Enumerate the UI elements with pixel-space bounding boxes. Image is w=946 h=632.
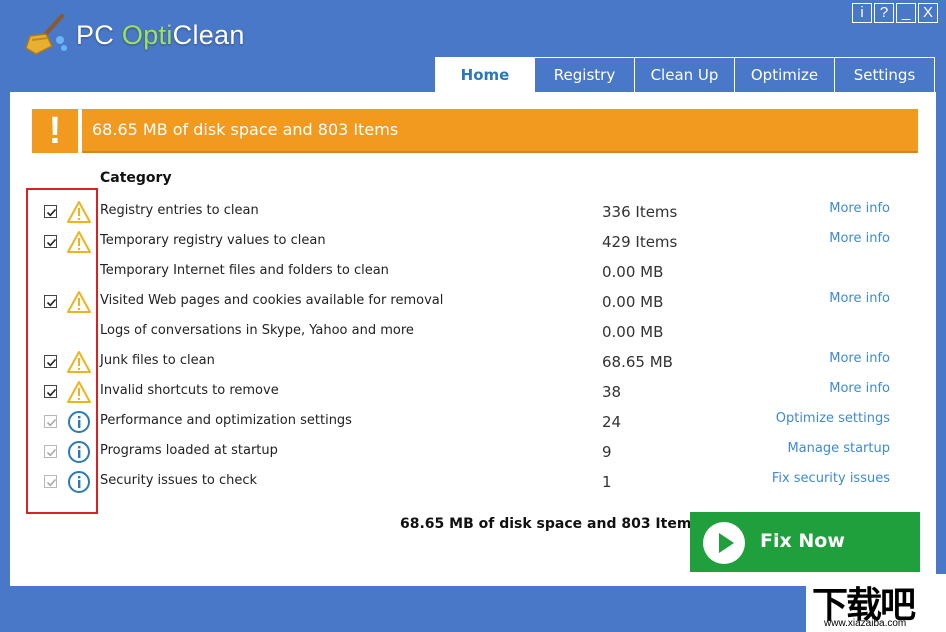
highlight-annotation	[26, 188, 98, 514]
row-link[interactable]: More info	[829, 201, 890, 216]
row-link[interactable]: More info	[829, 381, 890, 396]
alert-icon: !	[32, 109, 78, 153]
fix-now-label: Fix Now	[760, 530, 845, 552]
row-label: Programs loaded at startup	[100, 443, 278, 458]
summary-text: 68.65 MB of disk space and 803 Items	[400, 516, 700, 532]
category-row: Temporary Internet files and folders to …	[10, 257, 936, 287]
tab-settings[interactable]: Settings	[835, 57, 935, 92]
row-value: 0.00 MB	[602, 323, 664, 341]
category-row: Visited Web pages and cookies available …	[10, 287, 936, 317]
row-label: Registry entries to clean	[100, 203, 259, 218]
close-button[interactable]: X	[918, 3, 938, 23]
window-controls: i ? _ X	[852, 3, 938, 23]
app-title-part2: Opti	[121, 20, 173, 50]
row-link[interactable]: More info	[829, 291, 890, 306]
fix-now-button[interactable]: Fix Now	[690, 512, 920, 572]
row-label: Logs of conversations in Skype, Yahoo an…	[100, 323, 414, 338]
category-row: Performance and optimization settings 24 O…	[10, 407, 936, 437]
category-header: Category	[100, 170, 172, 186]
tab-clean-up[interactable]: Clean Up	[635, 57, 735, 92]
minimize-button[interactable]: _	[896, 3, 916, 23]
category-row: Programs loaded at startup 9 Manage startu…	[10, 437, 936, 467]
row-label: Visited Web pages and cookies available …	[100, 293, 444, 308]
row-label: Junk files to clean	[100, 353, 215, 368]
category-row: Registry entries to clean 336 Items More i…	[10, 197, 936, 227]
row-value: 24	[602, 413, 622, 431]
app-title: PC OptiClean	[76, 20, 245, 51]
play-icon	[703, 522, 745, 564]
row-label: Temporary Internet files and folders to …	[100, 263, 389, 278]
category-row: Logs of conversations in Skype, Yahoo an…	[10, 317, 936, 347]
row-value: 38	[602, 383, 622, 401]
tab-optimize[interactable]: Optimize	[735, 57, 835, 92]
app-title-part1: PC	[76, 20, 122, 50]
row-value: 9	[602, 443, 612, 461]
row-label: Invalid shortcuts to remove	[100, 383, 279, 398]
info-button[interactable]: i	[852, 3, 872, 23]
row-value: 68.65 MB	[602, 353, 673, 371]
row-value: 0.00 MB	[602, 293, 664, 311]
help-button[interactable]: ?	[874, 3, 894, 23]
row-link[interactable]: More info	[829, 231, 890, 246]
category-row: Junk files to clean 68.65 MB More info	[10, 347, 936, 377]
app-title-part3: Clean	[172, 20, 245, 50]
row-link[interactable]: Optimize settings	[776, 411, 890, 426]
row-link[interactable]: Fix security issues	[772, 471, 890, 486]
row-link[interactable]: More info	[829, 351, 890, 366]
row-label: Security issues to check	[100, 473, 258, 488]
home-panel: ! 68.65 MB of disk space and 803 Items C…	[10, 92, 936, 586]
watermark: 下载吧 www.xiazaiba.com	[806, 574, 946, 632]
category-row: Invalid shortcuts to remove 38 More info	[10, 377, 936, 407]
tab-home[interactable]: Home	[435, 57, 535, 92]
category-row: Security issues to check 1 Fix security is…	[10, 467, 936, 497]
watermark-url: www.xiazaiba.com	[824, 618, 907, 629]
main-tabs: Home Registry Clean Up Optimize Settings	[435, 57, 935, 92]
row-value: 429 Items	[602, 233, 678, 251]
row-value: 0.00 MB	[602, 263, 664, 281]
row-value: 1	[602, 473, 612, 491]
broom-logo-icon	[25, 14, 67, 55]
row-value: 336 Items	[602, 203, 678, 221]
category-row: Temporary registry values to clean 429 It…	[10, 227, 936, 257]
row-label: Temporary registry values to clean	[100, 233, 326, 248]
tab-registry[interactable]: Registry	[535, 57, 635, 92]
row-label: Performance and optimization settings	[100, 413, 352, 428]
row-link[interactable]: Manage startup	[787, 441, 890, 456]
status-banner: 68.65 MB of disk space and 803 Items	[82, 109, 918, 153]
